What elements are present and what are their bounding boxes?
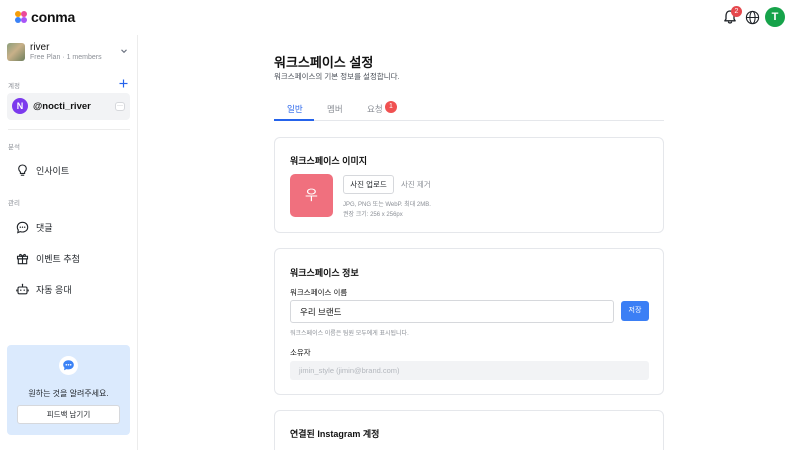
chevron-down-icon [121, 49, 127, 54]
workspace-name-input[interactable] [290, 300, 614, 323]
page-subtitle: 워크스페이스의 기본 정보를 설정합니다. [274, 72, 400, 81]
gift-icon [16, 253, 29, 264]
workspace-image-preview: 우 [290, 174, 333, 217]
sidebar-item-auto-reply[interactable]: 자동 응대 [8, 278, 130, 300]
workspace-image-card: 워크스페이스 이미지 우 사진 업로드 사진 제거 JPG, PNG 또는 We… [274, 137, 664, 233]
workspace-switcher[interactable]: river Free Plan · 1 members [7, 41, 131, 63]
workspace-thumbnail [7, 43, 25, 61]
card-title: 워크스페이스 이미지 [290, 156, 368, 166]
card-title: 워크스페이스 정보 [290, 268, 359, 278]
lightbulb-icon [18, 163, 27, 176]
top-bar: conma 2 T [0, 0, 800, 35]
account-more-button[interactable]: ··· [115, 102, 125, 111]
remove-photo-button[interactable]: 사진 제거 [401, 179, 431, 190]
logo-icon [15, 11, 27, 23]
logo[interactable]: conma [15, 9, 75, 25]
account-avatar: N [12, 98, 28, 114]
sidebar-item-insight[interactable]: 인사이트 [8, 159, 130, 181]
analysis-section-label: 분석 [8, 144, 20, 151]
image-size-hint: 권장 크기: 256 x 256px [343, 212, 403, 218]
manage-section-label: 관리 [8, 200, 20, 207]
feedback-text: 원하는 것을 알려주세요. [28, 389, 109, 398]
active-tab-indicator [274, 119, 314, 121]
owner-field: jimin_style (jimin@brand.com) [290, 361, 649, 380]
page-title: 워크스페이스 설정 [274, 55, 374, 70]
image-format-hint: JPG, PNG 또는 WebP. 최대 2MB. [343, 202, 431, 208]
add-account-plus-icon[interactable] [119, 79, 128, 88]
chat-bubble-icon [59, 356, 78, 375]
sidebar: river Free Plan · 1 members 계정 N @nocti_… [0, 35, 138, 450]
sidebar-item-label: 자동 응대 [36, 284, 72, 295]
feedback-button[interactable]: 피드백 남기기 [17, 405, 120, 424]
sidebar-divider [8, 129, 130, 130]
account-item[interactable]: N @nocti_river ··· [7, 93, 130, 120]
workspace-name-hint: 워크스페이스 이름은 팀원 모두에게 표시됩니다. [290, 331, 409, 337]
notification-badge: 2 [731, 6, 742, 17]
feedback-panel: 원하는 것을 알려주세요. 피드백 남기기 [7, 345, 130, 435]
accounts-section-label: 계정 [8, 83, 20, 90]
globe-icon[interactable] [745, 10, 760, 25]
robot-icon [16, 283, 29, 294]
instagram-account-card: 연결된 Instagram 계정 [274, 410, 664, 450]
tab-members[interactable]: 멤버 [327, 103, 343, 115]
sidebar-item-comments[interactable]: 댓글 [8, 216, 130, 238]
main-content: 워크스페이스 설정 워크스페이스의 기본 정보를 설정합니다. 일반 멤버 요청… [138, 35, 800, 450]
workspace-info-card: 워크스페이스 정보 워크스페이스 이름 저장 워크스페이스 이름은 팀원 모두에… [274, 248, 664, 395]
workspace-name: river [30, 42, 50, 53]
card-title: 연결된 Instagram 계정 [290, 429, 380, 439]
settings-tabs: 일반 멤버 요청 1 [274, 98, 664, 121]
sidebar-item-label: 인사이트 [36, 165, 70, 176]
user-avatar[interactable]: T [765, 7, 785, 27]
save-button[interactable]: 저장 [621, 301, 649, 321]
comment-icon [16, 221, 29, 233]
owner-label: 소유자 [290, 348, 311, 357]
requests-badge: 1 [385, 101, 397, 113]
upload-photo-button[interactable]: 사진 업로드 [343, 175, 394, 194]
sidebar-item-label: 이벤트 추첨 [36, 253, 80, 264]
tab-general[interactable]: 일반 [287, 103, 303, 115]
workspace-plan: Free Plan · 1 members [30, 54, 102, 61]
sidebar-item-event-draw[interactable]: 이벤트 추첨 [8, 247, 130, 269]
workspace-name-label: 워크스페이스 이름 [290, 288, 348, 297]
logo-text: conma [31, 9, 76, 25]
tab-requests[interactable]: 요청 [367, 103, 383, 115]
sidebar-item-label: 댓글 [36, 222, 53, 233]
account-handle: @nocti_river [33, 101, 91, 112]
